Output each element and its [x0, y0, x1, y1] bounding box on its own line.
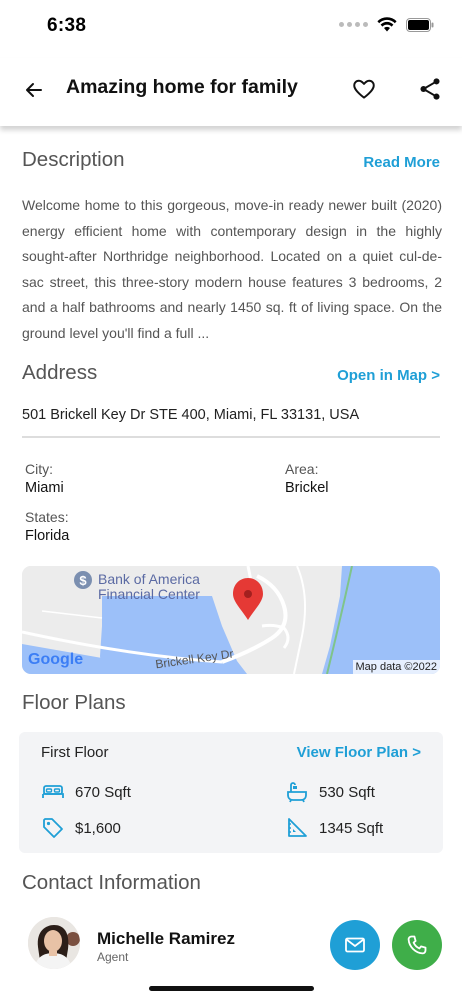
- floor-item-bath: 530 Sqft: [285, 780, 375, 804]
- signal-icon: [339, 22, 368, 27]
- bed-icon: [42, 785, 64, 798]
- floor-item-price: $1,600: [41, 816, 121, 840]
- page-title: Amazing home for family: [66, 76, 298, 98]
- view-floor-plan-link[interactable]: View Floor Plan >: [297, 744, 421, 761]
- status-bar: 6:38: [0, 0, 462, 50]
- status-icons: [339, 17, 434, 32]
- agent-role: Agent: [97, 950, 129, 964]
- city-label: City:: [25, 461, 53, 477]
- floor-item-area: 1345 Sqft: [285, 816, 383, 840]
- mail-icon: [345, 937, 365, 953]
- favorite-button[interactable]: [351, 76, 377, 102]
- address-divider: [22, 436, 440, 438]
- state-label: States:: [25, 509, 69, 525]
- area-label: Area:: [285, 461, 319, 477]
- floor-name: First Floor: [41, 744, 109, 761]
- google-logo: Google: [28, 651, 84, 668]
- share-icon: [420, 78, 440, 100]
- back-button[interactable]: [20, 76, 48, 104]
- state-value: Florida: [25, 528, 70, 544]
- description-heading: Description: [22, 148, 125, 171]
- battery-icon: [406, 17, 434, 32]
- map-poi-line1: Bank of America: [98, 571, 200, 587]
- location-map[interactable]: $ Bank of America Financial Center Brick…: [22, 566, 440, 674]
- description-text: Welcome home to this gorgeous, move-in r…: [22, 197, 442, 341]
- heart-icon: [353, 79, 375, 99]
- address-heading: Address: [22, 361, 98, 384]
- read-more-link[interactable]: Read More: [363, 154, 440, 171]
- floor-item-price-value: $1,600: [75, 819, 121, 837]
- agent-contact-row: Michelle Ramirez Agent: [0, 905, 462, 985]
- avatar-photo: [28, 917, 80, 969]
- contact-heading: Contact Information: [22, 871, 201, 894]
- call-agent-button[interactable]: [392, 920, 442, 970]
- floor-plan-card: First Floor View Floor Plan > 670 Sqft 5…: [19, 732, 443, 853]
- map-poi-line2: Financial Center: [98, 586, 200, 602]
- agent-avatar: [28, 917, 80, 969]
- wifi-icon: [377, 17, 397, 32]
- arrow-left-icon: [26, 83, 42, 97]
- open-in-map-link[interactable]: Open in Map >: [337, 367, 440, 384]
- agent-name: Michelle Ramirez: [97, 929, 235, 948]
- app-header: Amazing home for family: [0, 58, 462, 126]
- map-poi-label: Bank of America Financial Center: [98, 572, 200, 602]
- area-value: Brickel: [285, 480, 329, 496]
- bathtub-icon: [287, 782, 307, 803]
- floor-item-bed: 670 Sqft: [41, 780, 131, 804]
- city-value: Miami: [25, 480, 64, 496]
- floor-plans-heading: Floor Plans: [22, 691, 126, 714]
- address-line: 501 Brickell Key Dr STE 400, Miami, FL 3…: [22, 407, 360, 423]
- price-tag-icon: [43, 818, 63, 838]
- phone-icon: [407, 935, 427, 955]
- floor-item-bed-value: 670 Sqft: [75, 783, 131, 801]
- floor-item-bath-value: 530 Sqft: [319, 783, 375, 801]
- share-button[interactable]: [417, 76, 443, 102]
- status-time: 6:38: [47, 15, 87, 36]
- floor-item-area-value: 1345 Sqft: [319, 819, 384, 837]
- map-attribution: Map data ©2022: [352, 660, 440, 674]
- home-indicator: [149, 986, 314, 991]
- svg-text:$: $: [79, 573, 87, 588]
- area-ruler-icon: [288, 818, 307, 837]
- email-agent-button[interactable]: [330, 920, 380, 970]
